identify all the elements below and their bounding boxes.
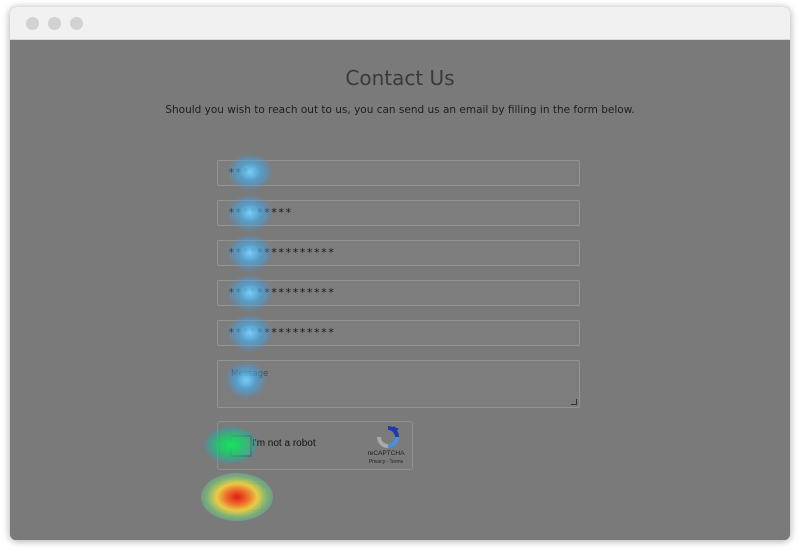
message-placeholder: Message [231, 369, 269, 379]
page-content: Contact Us Should you wish to reach out … [10, 40, 790, 540]
recaptcha-links[interactable]: Privacy - Terms [358, 459, 414, 465]
recaptcha-brand: reCAPTCHA [367, 450, 405, 457]
resize-handle-icon[interactable] [571, 399, 577, 405]
recaptcha-checkbox[interactable] [230, 435, 252, 457]
window-close-dot[interactable] [26, 17, 39, 30]
window-minimize-dot[interactable] [48, 17, 61, 30]
recaptcha-widget: I'm not a robot reCAPTCHA Privacy - Term… [217, 421, 413, 470]
page-title: Contact Us [345, 66, 455, 90]
recaptcha-logo-icon [377, 426, 399, 448]
window-titlebar [10, 7, 790, 40]
message-textarea[interactable]: Message [217, 360, 580, 408]
recaptcha-label: I'm not a robot [252, 438, 316, 449]
subject-field[interactable]: *************** [217, 320, 580, 346]
phone-field[interactable]: ********* [217, 200, 580, 226]
window-maximize-dot[interactable] [70, 17, 83, 30]
page-subtitle: Should you wish to reach out to us, you … [165, 104, 635, 116]
email-confirm-field[interactable]: *************** [217, 280, 580, 306]
name-field[interactable]: *** [217, 160, 580, 186]
browser-window: Contact Us Should you wish to reach out … [10, 7, 790, 540]
submit-button[interactable] [217, 483, 263, 511]
email-field[interactable]: *************** [217, 240, 580, 266]
